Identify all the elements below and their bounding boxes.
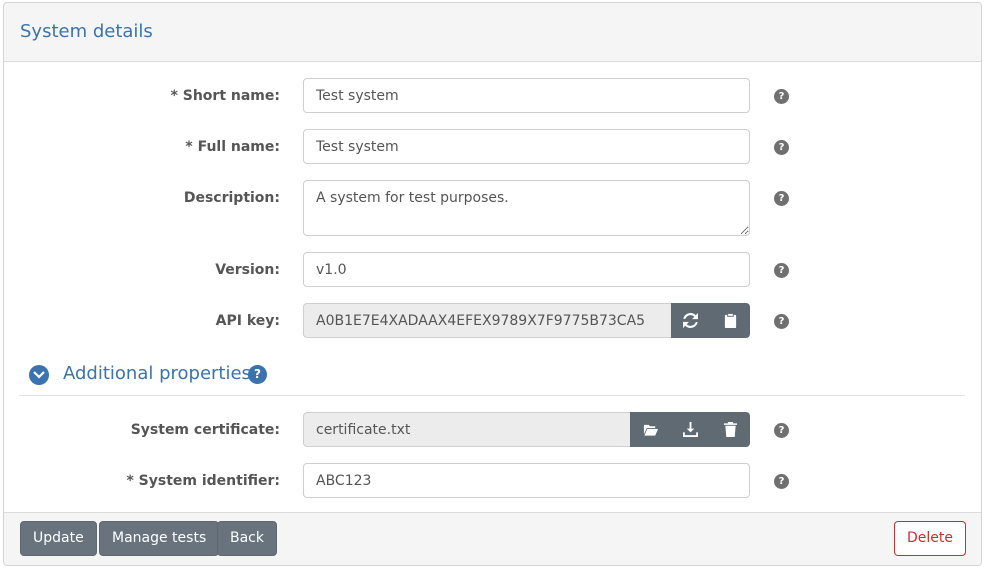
panel-footer: Update Manage tests Back Delete — [4, 512, 981, 565]
delete-certificate-button[interactable] — [710, 412, 750, 447]
description-label: Description: — [183, 190, 280, 206]
panel-header: System details — [4, 3, 981, 62]
system-certificate-input[interactable] — [303, 412, 631, 447]
folder-open-icon — [643, 424, 658, 436]
system-identifier-help-icon[interactable]: ? — [774, 474, 789, 489]
api-key-help-icon[interactable]: ? — [774, 314, 789, 329]
api-key-actions — [671, 303, 750, 338]
version-help-icon[interactable]: ? — [774, 263, 789, 278]
description-help-icon[interactable]: ? — [774, 191, 789, 206]
full-name-help-icon[interactable]: ? — [774, 140, 789, 155]
system-identifier-label: * System identifier: — [126, 473, 280, 489]
page-title: System details — [20, 21, 153, 42]
copy-api-key-button[interactable] — [711, 303, 751, 338]
additional-properties-title[interactable]: Additional properties — [63, 363, 251, 384]
regenerate-api-key-button[interactable] — [671, 303, 711, 338]
short-name-label: * Short name: — [170, 88, 280, 104]
full-name-label: * Full name: — [185, 139, 280, 155]
clipboard-icon — [724, 313, 736, 328]
download-certificate-button[interactable] — [670, 412, 710, 447]
short-name-help-icon[interactable]: ? — [774, 89, 789, 104]
system-certificate-label: System certificate: — [130, 422, 280, 438]
description-textarea[interactable]: A system for test purposes. — [303, 180, 750, 236]
section-divider — [19, 395, 965, 396]
refresh-icon — [683, 313, 699, 328]
system-details-panel: System details * Short name: ? * Full na… — [3, 2, 982, 566]
trash-icon — [723, 422, 737, 437]
upload-certificate-button[interactable] — [630, 412, 670, 447]
short-name-input[interactable] — [303, 78, 750, 113]
download-icon — [682, 422, 698, 437]
version-input[interactable] — [303, 252, 750, 287]
full-name-input[interactable] — [303, 129, 750, 164]
system-certificate-help-icon[interactable]: ? — [774, 423, 789, 438]
certificate-actions — [630, 412, 750, 447]
back-button[interactable]: Back — [217, 521, 277, 556]
chevron-down-icon[interactable] — [29, 365, 49, 385]
delete-button[interactable]: Delete — [894, 521, 966, 556]
manage-tests-button[interactable]: Manage tests — [99, 521, 220, 556]
version-label: Version: — [215, 262, 280, 278]
api-key-label: API key: — [215, 313, 280, 329]
system-identifier-input[interactable] — [303, 463, 750, 498]
update-button[interactable]: Update — [20, 521, 97, 556]
api-key-input[interactable] — [303, 303, 672, 338]
additional-properties-help-icon[interactable]: ? — [248, 365, 267, 384]
